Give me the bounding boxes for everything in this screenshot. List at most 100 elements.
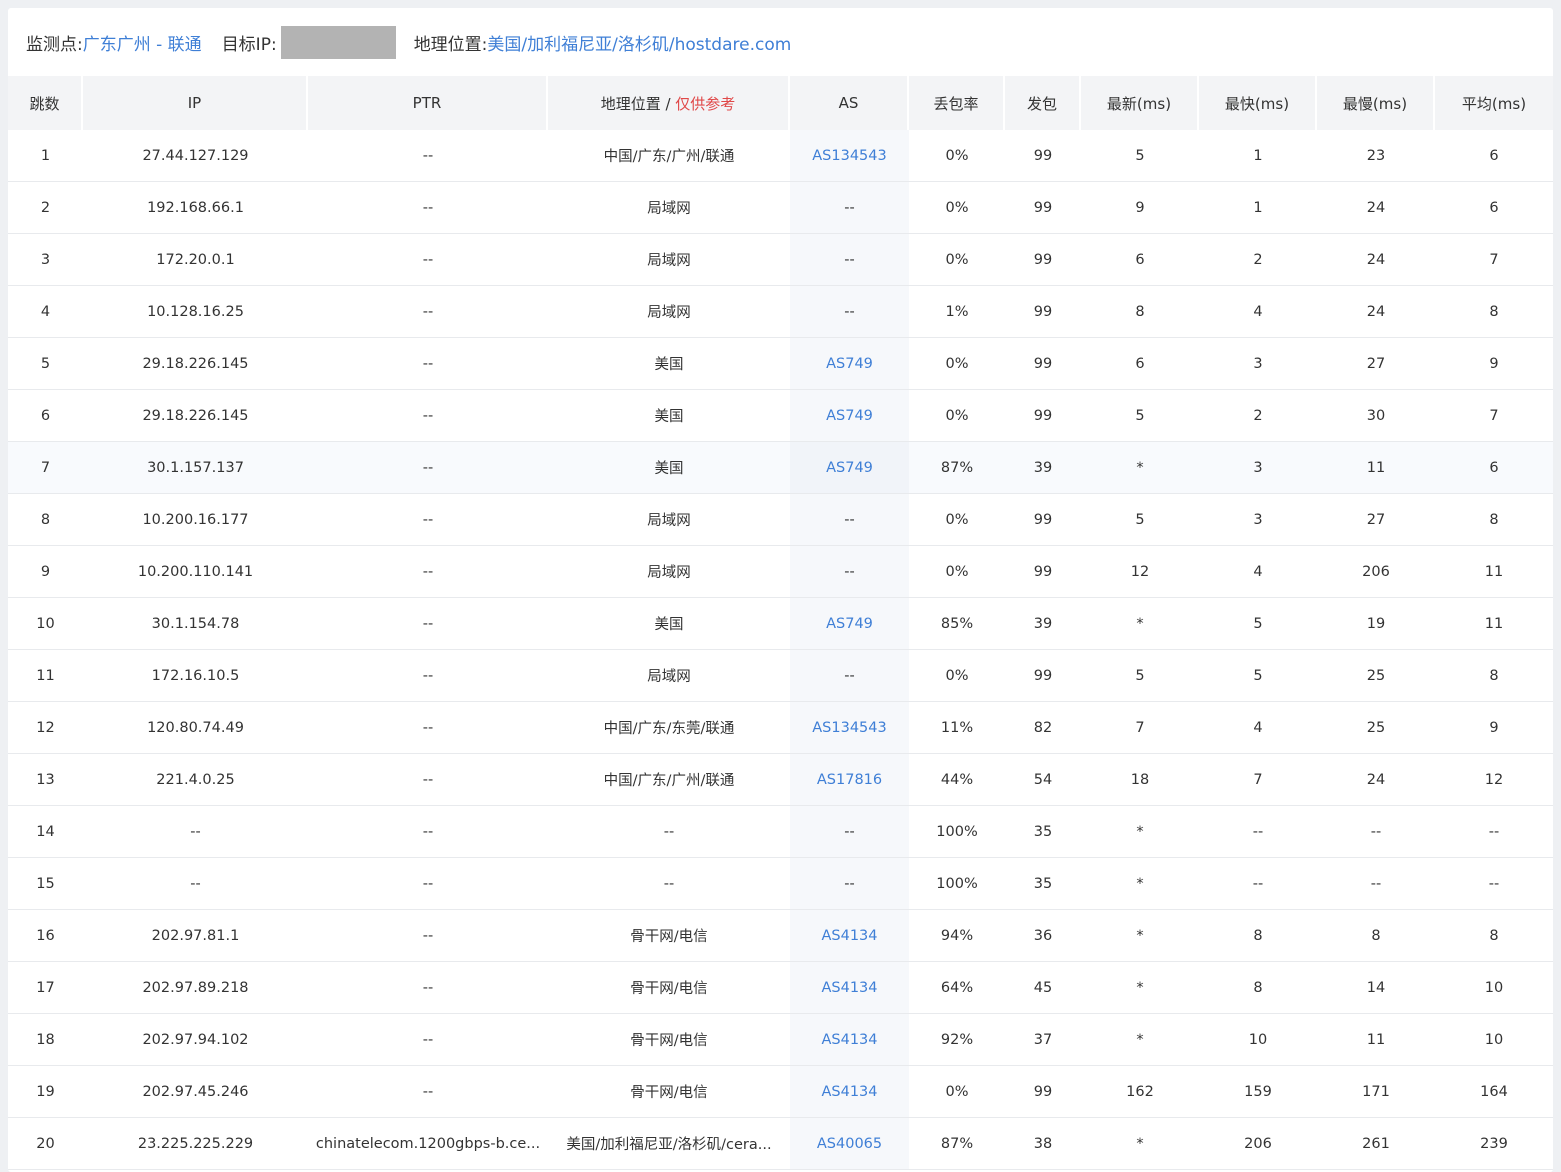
cell-avg: 7 [1435,234,1553,286]
cell-as: -- [790,858,909,910]
cell-ip: 10.128.16.25 [83,286,308,338]
table-row: 12 120.80.74.49 -- 中国/广东/东莞/联通 AS134543 11% 82… [8,702,1553,754]
cell-best: 4 [1199,702,1317,754]
cell-ptr: -- [308,182,548,234]
cell-ip: -- [83,806,308,858]
cell-worst: 14 [1317,962,1435,1014]
cell-last: * [1081,598,1199,650]
cell-loss: 0% [909,130,1005,182]
as-link[interactable]: AS749 [826,408,873,424]
cell-ptr: -- [308,546,548,598]
cell-worst: 27 [1317,494,1435,546]
cell-sent: 99 [1005,494,1081,546]
cell-last: 6 [1081,234,1199,286]
as-link[interactable]: AS4134 [821,980,877,996]
cell-last: * [1081,858,1199,910]
cell-ip: 120.80.74.49 [83,702,308,754]
cell-last: * [1081,910,1199,962]
cell-hop: 19 [8,1066,83,1118]
cell-best: 4 [1199,546,1317,598]
cell-best: 1 [1199,182,1317,234]
cell-last: 162 [1081,1066,1199,1118]
cell-ip: 172.20.0.1 [83,234,308,286]
cell-sent: 35 [1005,858,1081,910]
cell-sent: 45 [1005,962,1081,1014]
as-link[interactable]: AS17816 [817,772,882,788]
cell-hop: 3 [8,234,83,286]
cell-geo: 中国/广东/东莞/联通 [548,702,790,754]
cell-best: 3 [1199,338,1317,390]
cell-hop: 8 [8,494,83,546]
table-row: 16 202.97.81.1 -- 骨干网/电信 AS4134 94% 36 * 8 8 8 [8,910,1553,962]
cell-worst: 19 [1317,598,1435,650]
cell-avg: 8 [1435,286,1553,338]
cell-geo: 局域网 [548,650,790,702]
cell-sent: 99 [1005,546,1081,598]
as-link[interactable]: AS134543 [812,720,886,736]
monitor-value[interactable]: 广东广州 - 联通 [83,30,202,55]
table-row: 3 172.20.0.1 -- 局域网 -- 0% 99 6 2 24 7 [8,234,1553,286]
col-hop: 跳数 [8,76,83,130]
cell-last: * [1081,1014,1199,1066]
cell-as: AS134543 [790,130,909,182]
cell-geo: 局域网 [548,546,790,598]
target-ip-mask [280,25,396,59]
as-link[interactable]: AS40065 [817,1136,882,1152]
cell-worst: 171 [1317,1066,1435,1118]
col-ptr: PTR [308,76,548,130]
cell-best: 5 [1199,598,1317,650]
cell-worst: 24 [1317,234,1435,286]
as-link[interactable]: AS749 [826,616,873,632]
cell-worst: 206 [1317,546,1435,598]
cell-as: -- [790,182,909,234]
geo-value[interactable]: 美国/加利福尼亚/洛杉矶/hostdare.com [487,30,791,55]
cell-worst: 11 [1317,1014,1435,1066]
cell-best: 206 [1199,1118,1317,1170]
table-row: 13 221.4.0.25 -- 中国/广东/广州/联通 AS17816 44% 54 18 7… [8,754,1553,806]
cell-geo: 美国 [548,338,790,390]
as-link[interactable]: AS749 [826,356,873,372]
cell-last: 9 [1081,182,1199,234]
cell-sent: 38 [1005,1118,1081,1170]
cell-loss: 0% [909,650,1005,702]
cell-as: AS17816 [790,754,909,806]
as-link[interactable]: AS4134 [821,1084,877,1100]
table-row: 6 29.18.226.145 -- 美国 AS749 0% 99 5 2 30 7 [8,390,1553,442]
cell-worst: 24 [1317,286,1435,338]
as-link[interactable]: AS134543 [812,148,886,164]
cell-hop: 7 [8,442,83,494]
cell-ptr: -- [308,858,548,910]
cell-as: AS749 [790,598,909,650]
cell-ptr: -- [308,650,548,702]
cell-hop: 15 [8,858,83,910]
cell-geo: -- [548,858,790,910]
cell-ip: -- [83,858,308,910]
cell-geo: 中国/广东/广州/联通 [548,130,790,182]
cell-ip: 10.200.110.141 [83,546,308,598]
cell-as: AS4134 [790,1066,909,1118]
cell-sent: 99 [1005,130,1081,182]
cell-as: AS134543 [790,702,909,754]
cell-hop: 16 [8,910,83,962]
as-link[interactable]: AS4134 [821,1032,877,1048]
cell-loss: 0% [909,494,1005,546]
cell-last: 5 [1081,390,1199,442]
cell-avg: 10 [1435,1014,1553,1066]
cell-best: 4 [1199,286,1317,338]
cell-as: -- [790,806,909,858]
cell-hop: 2 [8,182,83,234]
cell-sent: 99 [1005,390,1081,442]
col-loss: 丢包率 [909,76,1005,130]
cell-sent: 99 [1005,182,1081,234]
as-link[interactable]: AS4134 [821,928,877,944]
cell-as: AS749 [790,338,909,390]
cell-geo: 骨干网/电信 [548,910,790,962]
cell-hop: 13 [8,754,83,806]
cell-last: 5 [1081,494,1199,546]
cell-ip: 30.1.157.137 [83,442,308,494]
cell-avg: 9 [1435,702,1553,754]
table-row: 2 192.168.66.1 -- 局域网 -- 0% 99 9 1 24 6 [8,182,1553,234]
cell-ip: 29.18.226.145 [83,338,308,390]
col-geo-note: 仅供参考 [675,94,736,113]
as-link[interactable]: AS749 [826,460,873,476]
